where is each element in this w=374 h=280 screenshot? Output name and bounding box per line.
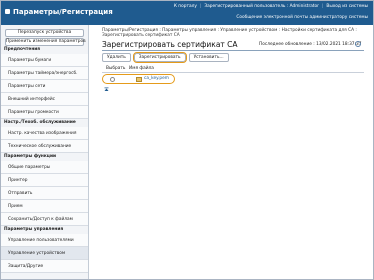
restart-device-button[interactable]: Перезапуск устройства: [5, 29, 84, 37]
apply-changes-button[interactable]: Применить изменения параметров: [5, 38, 86, 46]
sidebar-item-receive[interactable]: Прием: [1, 200, 88, 213]
sidebar-item-image-quality[interactable]: Настр. качества изображения: [1, 127, 88, 140]
list-header: Выбрать Имя файла: [106, 66, 154, 71]
sidebar: Перезапуск устройства Применить изменени…: [1, 25, 89, 279]
sidebar-section-maintenance: Настр./Техоб. обслуживание: [4, 120, 76, 125]
toolbar: Удалить Зарегистрировать Установить...: [102, 51, 229, 64]
sidebar-item-common[interactable]: Общие параметры: [1, 161, 88, 174]
column-file-name: Имя файла: [129, 66, 154, 71]
separator: |: [321, 4, 324, 9]
register-button[interactable]: Зарегистрировать: [132, 51, 188, 64]
sidebar-item-volume[interactable]: Параметры громкости: [1, 106, 88, 119]
sidebar-item-store-access[interactable]: Сохранить/Доступ к файлам: [1, 213, 88, 226]
page-top-icon[interactable]: [104, 87, 109, 92]
file-name-link[interactable]: ca_key.pem: [144, 76, 169, 82]
last-updated: Последнее обновление : 13/02.2021 18:37:…: [259, 42, 362, 47]
column-select: Выбрать: [106, 66, 126, 71]
list-item: ca_key.pem: [102, 74, 175, 84]
sidebar-item-user-management[interactable]: Управление пользователями: [1, 234, 88, 247]
refresh-icon[interactable]: [355, 41, 361, 47]
main-content: Параметры/Регистрация : Параметры управл…: [96, 25, 372, 279]
sidebar-item-paper[interactable]: Параметры бумаги: [1, 54, 88, 67]
file-icon: [136, 77, 142, 82]
portal-link[interactable]: К порталу: [174, 4, 197, 9]
admin-email-link[interactable]: Сообщение электронной почты администрато…: [236, 15, 368, 20]
sidebar-item-interface[interactable]: Внешний интерфейс: [1, 93, 88, 106]
sidebar-item-send[interactable]: Отправить: [1, 187, 88, 200]
divider: [102, 72, 364, 73]
sidebar-item-timer[interactable]: Параметры таймера/энергосб.: [1, 67, 88, 80]
sidebar-item-maintenance[interactable]: Техническое обслуживание: [1, 140, 88, 153]
logout-link[interactable]: Выход из системы: [326, 4, 368, 9]
sidebar-item-network[interactable]: Параметры сети: [1, 80, 88, 93]
sidebar-item-security[interactable]: Защита/Другие: [1, 260, 88, 273]
select-radio[interactable]: [110, 77, 115, 82]
page-title: Зарегистрировать сертификат CA: [102, 40, 238, 49]
user-info: Зарегистрированный пользователь : Admini…: [204, 4, 319, 9]
separator: |: [199, 4, 202, 9]
home-icon[interactable]: [5, 9, 10, 14]
sidebar-section-management: Параметры управления: [4, 227, 64, 232]
install-button[interactable]: Установить...: [188, 53, 229, 62]
breadcrumb: Параметры/Регистрация : Параметры управл…: [102, 28, 357, 38]
divider: [102, 50, 364, 51]
sidebar-item-device-management[interactable]: Управление устройством: [1, 247, 88, 260]
app-header: Параметры/Регистрация К порталу | Зареги…: [1, 1, 373, 25]
sidebar-item-printer[interactable]: Принтер: [1, 174, 88, 187]
app-title: Параметры/Регистрация: [13, 8, 113, 16]
sidebar-section-function: Параметры функции: [4, 154, 57, 159]
header-links: К порталу | Зарегистрированный пользоват…: [174, 3, 368, 10]
delete-button[interactable]: Удалить: [102, 53, 131, 62]
sidebar-section-preferences: Предпочтения: [4, 47, 41, 52]
